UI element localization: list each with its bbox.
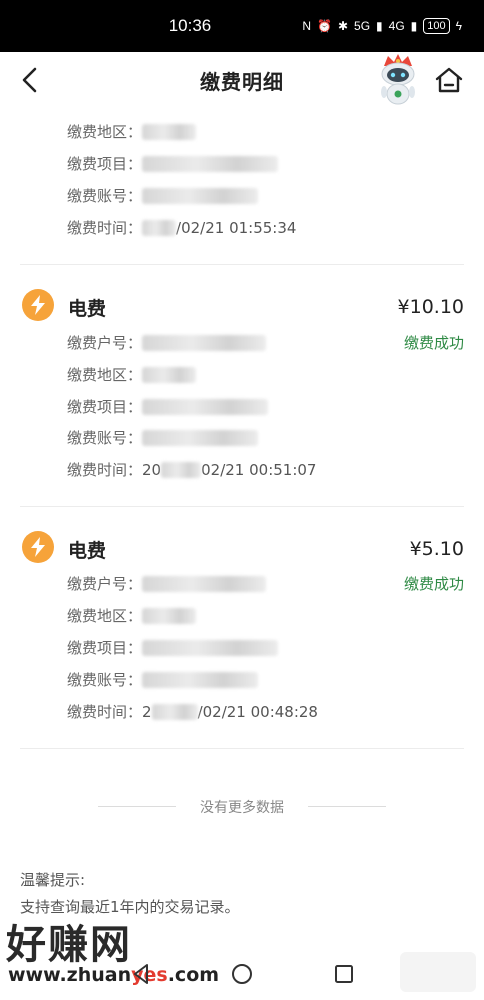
redacted-value [142, 672, 259, 688]
divider [20, 264, 464, 265]
detail-row-time: 缴费时间： /02/21 01:55:34 [67, 217, 296, 238]
detail-label: 缴费地区： [67, 607, 143, 625]
detail-row-account: 缴费账号： [67, 427, 259, 448]
lightning-icon [31, 537, 45, 557]
tips-title: 温馨提示: [20, 871, 86, 889]
triangle-back-icon [134, 964, 148, 984]
no-more-data-label: 没有更多数据 [200, 800, 284, 816]
redacted-value [142, 335, 267, 351]
detail-row-item: 缴费项目： [67, 153, 279, 174]
divider [20, 506, 464, 507]
detail-label: 缴费账号： [67, 429, 143, 447]
detail-label: 缴费账号： [67, 187, 143, 205]
detail-value-prefix: 2 [142, 703, 152, 721]
lightning-icon [31, 295, 45, 315]
detail-row-region: 缴费地区： [67, 121, 197, 142]
bolt-badge [22, 289, 54, 321]
nfc-icon: N [302, 19, 312, 33]
mascot-robot-icon [381, 54, 415, 105]
detail-row-item: 缴费项目： [67, 637, 279, 658]
watermark-url: www.zhuanyes.com [8, 964, 219, 986]
home-button[interactable] [434, 66, 464, 94]
detail-row-region: 缴费地区： [67, 364, 197, 385]
redacted-value [142, 640, 279, 656]
detail-label: 缴费项目： [67, 398, 143, 416]
redacted-value [142, 188, 259, 204]
detail-row-household: 缴费户号： [67, 573, 267, 594]
status-badge: 缴费成功 [403, 334, 464, 352]
corner-stamp [400, 952, 476, 992]
sys-back-button[interactable] [130, 962, 154, 986]
detail-row-household: 缴费户号： [67, 332, 267, 353]
redacted-value [142, 430, 259, 446]
signal-icon: ▮ [410, 19, 418, 33]
bolt-badge [22, 531, 54, 563]
redacted-value [142, 576, 267, 592]
detail-row-account: 缴费账号： [67, 185, 259, 206]
redacted-value [142, 367, 197, 383]
signal-icon: ▮ [376, 19, 383, 33]
detail-row-region: 缴费地区： [67, 605, 197, 626]
detail-label: 缴费项目： [67, 639, 143, 657]
detail-label: 缴费时间： [67, 461, 143, 479]
redacted-value [161, 462, 202, 478]
alarm-icon: ⏰ [317, 19, 332, 33]
bluetooth-icon: ✱ [337, 19, 349, 33]
status-icons: N ⏰ ✱ 5G ▮ 4G ▮ 100 ϟ [302, 18, 462, 34]
status-bar: 10:36 N ⏰ ✱ 5G ▮ 4G ▮ 100 ϟ [0, 0, 484, 52]
watermark-brand: 好赚网 [6, 922, 132, 968]
watermark-url-suffix: .com [167, 964, 220, 986]
detail-value-prefix: 20 [142, 461, 162, 479]
detail-label: 缴费项目： [67, 155, 143, 173]
sys-recents-button[interactable] [332, 962, 356, 986]
home-icon [435, 67, 463, 93]
detail-row-account: 缴费账号： [67, 669, 259, 690]
detail-label: 缴费账号： [67, 671, 143, 689]
battery-level: 100 [423, 18, 450, 34]
square-recents-icon [335, 965, 353, 983]
detail-value: /02/21 00:48:28 [197, 703, 318, 721]
watermark-url-prefix: www.zhuan [8, 964, 132, 986]
detail-label: 缴费户号： [67, 334, 143, 352]
record-amount: ¥5.10 [409, 538, 464, 560]
redacted-value [142, 608, 197, 624]
redacted-value [142, 124, 197, 140]
divider [20, 748, 464, 749]
status-badge: 缴费成功 [403, 575, 464, 593]
detail-row-time: 缴费时间：2/02/21 00:48:28 [67, 701, 318, 722]
sys-home-button[interactable] [230, 962, 254, 986]
redacted-value [151, 704, 198, 720]
redacted-value [142, 220, 177, 236]
charging-icon: ϟ [455, 19, 462, 33]
detail-value: /02/21 01:55:34 [176, 219, 297, 237]
circle-home-icon [232, 964, 252, 984]
detail-label: 缴费地区： [67, 366, 143, 384]
detail-label: 缴费时间： [67, 219, 143, 237]
redacted-value [142, 156, 279, 172]
redacted-value [142, 399, 269, 415]
detail-label: 缴费户号： [67, 575, 143, 593]
network-4g-label: 4G [388, 19, 405, 33]
detail-value: 02/21 00:51:07 [201, 461, 317, 479]
network-5g-label: 5G [354, 19, 371, 33]
record-title: 电费 [68, 298, 107, 320]
record-amount: ¥10.10 [397, 296, 464, 318]
detail-row-item: 缴费项目： [67, 396, 269, 417]
record-title: 电费 [68, 540, 107, 562]
detail-label: 缴费时间： [67, 703, 143, 721]
detail-label: 缴费地区： [67, 123, 143, 141]
detail-row-time: 缴费时间：20 02/21 00:51:07 [67, 459, 316, 480]
divider-line-right [308, 806, 386, 807]
